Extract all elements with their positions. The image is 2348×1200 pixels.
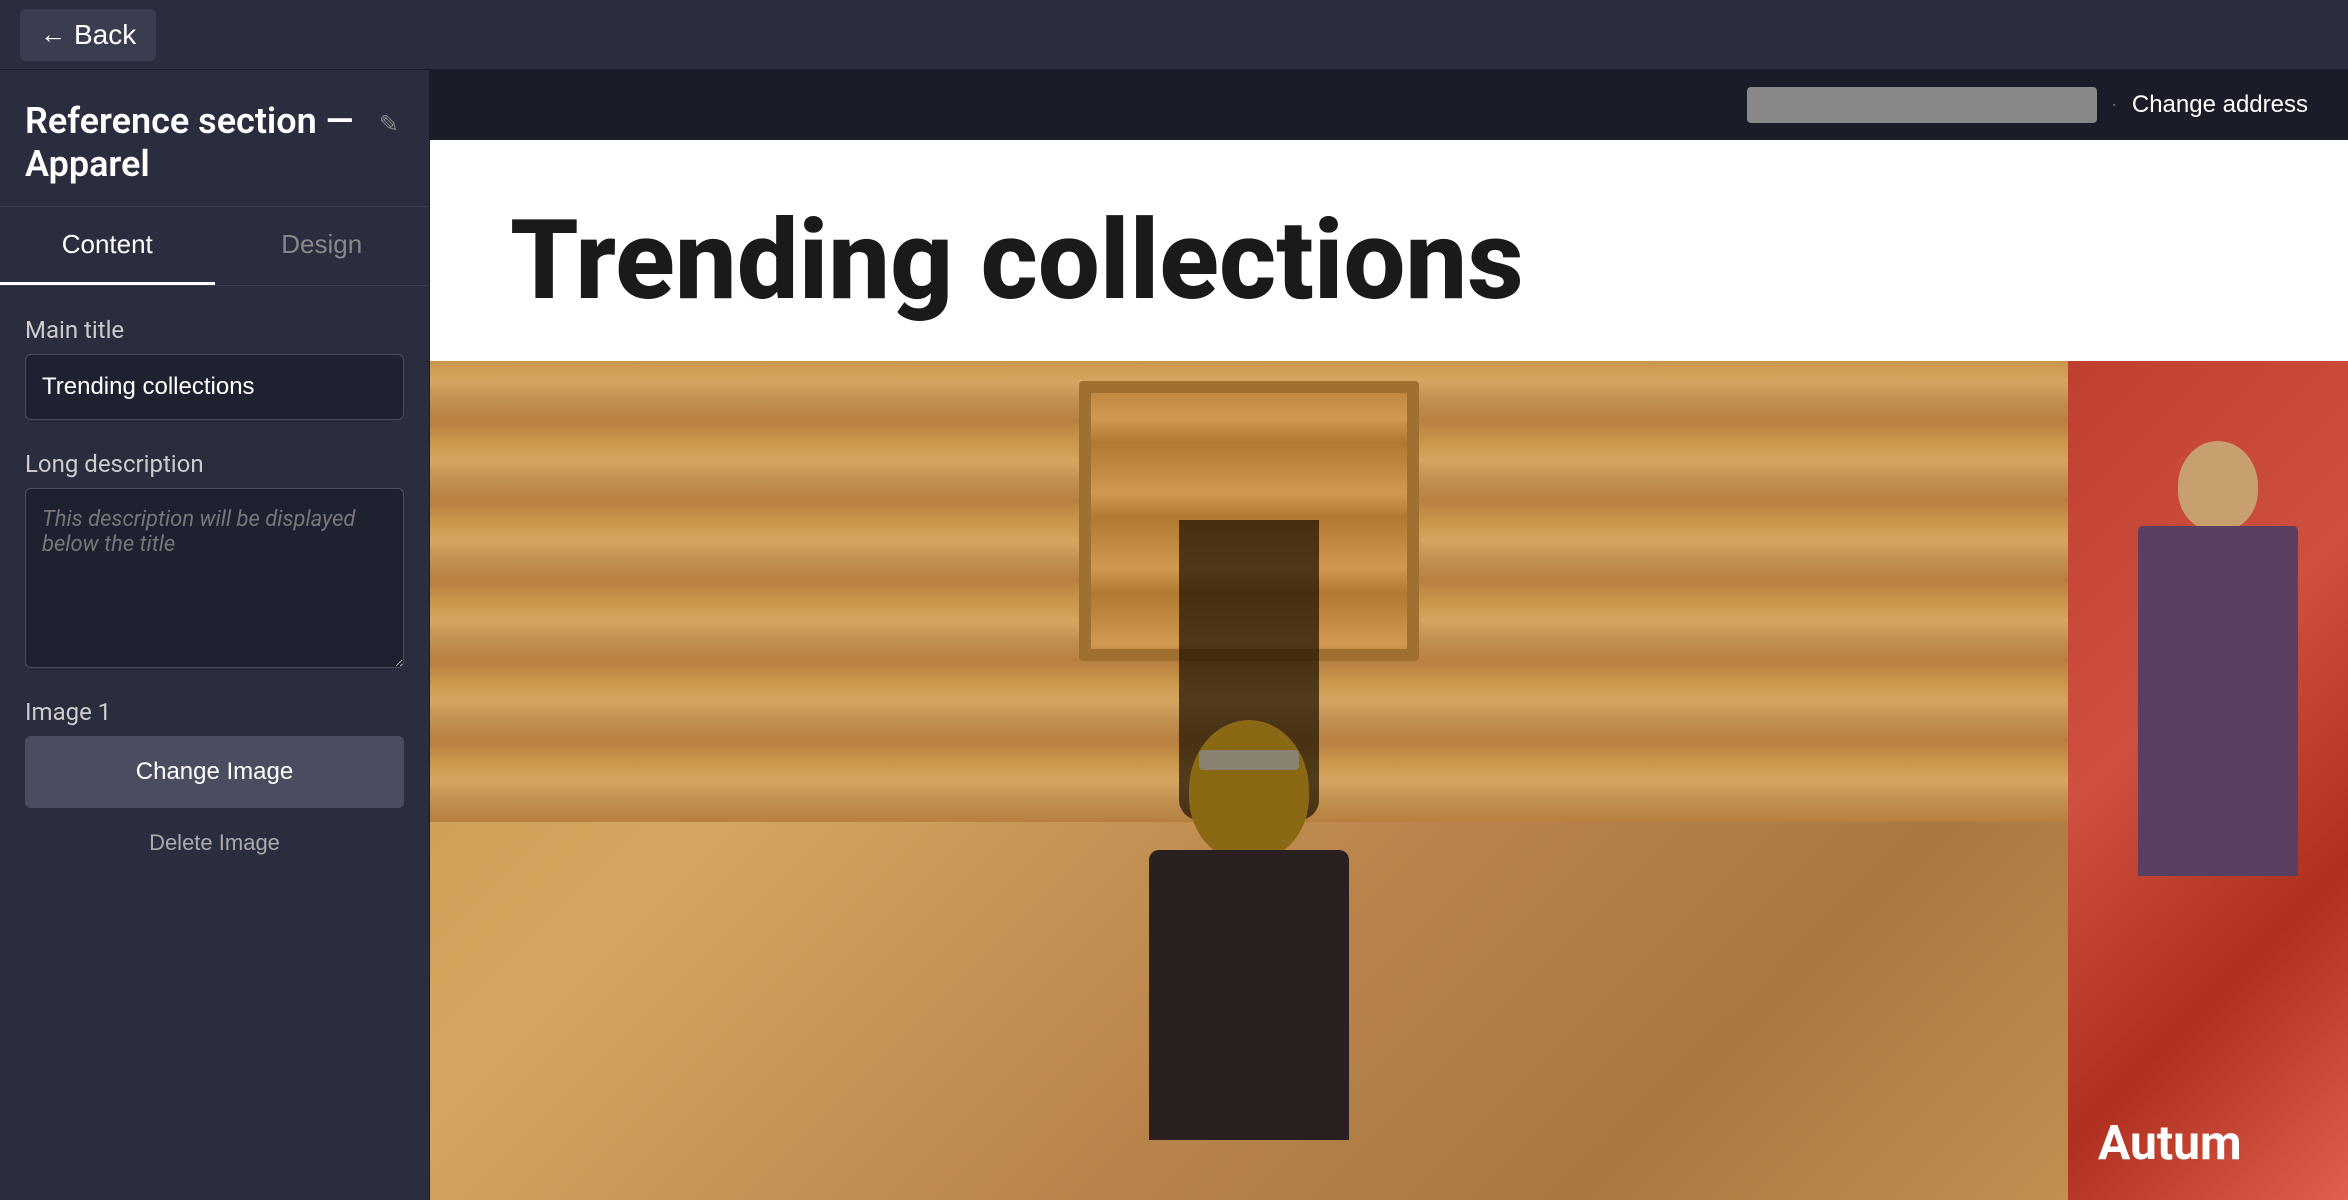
delete-image-button[interactable]: Delete Image <box>25 818 404 868</box>
long-description-label: Long description <box>25 450 404 478</box>
sidebar-content: Main title Long description Image 1 Chan… <box>0 286 429 898</box>
edit-pencil-icon: ✎ <box>379 111 399 138</box>
main-title-input[interactable] <box>25 354 404 420</box>
preview-content: Trending collections <box>430 140 2348 1200</box>
main-title-label: Main title <box>25 316 404 344</box>
preview-nav: · Change address <box>430 70 2348 140</box>
secondary-image-text: Autum <box>2098 1117 2242 1170</box>
tab-content[interactable]: Content <box>0 207 215 285</box>
back-label: Back <box>74 19 136 51</box>
section-title: Reference section — Apparel <box>25 100 374 186</box>
preview-image-main <box>430 361 2068 1200</box>
preview-main-title: Trending collections <box>510 200 2268 321</box>
secondary-body <box>2138 526 2298 876</box>
back-button[interactable]: ← Back <box>20 9 156 61</box>
change-image-button[interactable]: Change Image <box>25 736 404 808</box>
sidebar-header: Reference section — Apparel ✎ <box>0 70 429 207</box>
secondary-head <box>2178 441 2258 531</box>
figure-body <box>1149 850 1349 1140</box>
tab-design[interactable]: Design <box>215 207 430 285</box>
preview-images-row: Autum <box>430 361 2348 1200</box>
back-arrow-icon: ← <box>40 19 66 50</box>
image1-field-group: Image 1 Change Image Delete Image <box>25 698 404 868</box>
sidebar: Reference section — Apparel ✎ Content De… <box>0 70 430 1200</box>
figure-head <box>1189 720 1309 860</box>
change-address-button[interactable]: Change address <box>2132 91 2308 119</box>
tabs-container: Content Design <box>0 207 429 286</box>
main-layout: Reference section — Apparel ✎ Content De… <box>0 70 2348 1200</box>
preview-image-secondary: Autum <box>2068 361 2348 1200</box>
image1-label: Image 1 <box>25 698 404 726</box>
preview-area: · Change address Trending collections <box>430 70 2348 1200</box>
figure-glasses <box>1199 750 1299 770</box>
edit-section-button[interactable]: ✎ <box>374 105 404 144</box>
address-dot: · <box>2112 93 2117 117</box>
preview-title-section: Trending collections <box>430 140 2348 361</box>
long-description-textarea[interactable] <box>25 488 404 668</box>
main-title-field-group: Main title <box>25 316 404 420</box>
top-bar: ← Back <box>0 0 2348 70</box>
address-bar <box>1747 87 2097 123</box>
long-description-field-group: Long description <box>25 450 404 668</box>
person-secondary <box>2108 441 2328 941</box>
